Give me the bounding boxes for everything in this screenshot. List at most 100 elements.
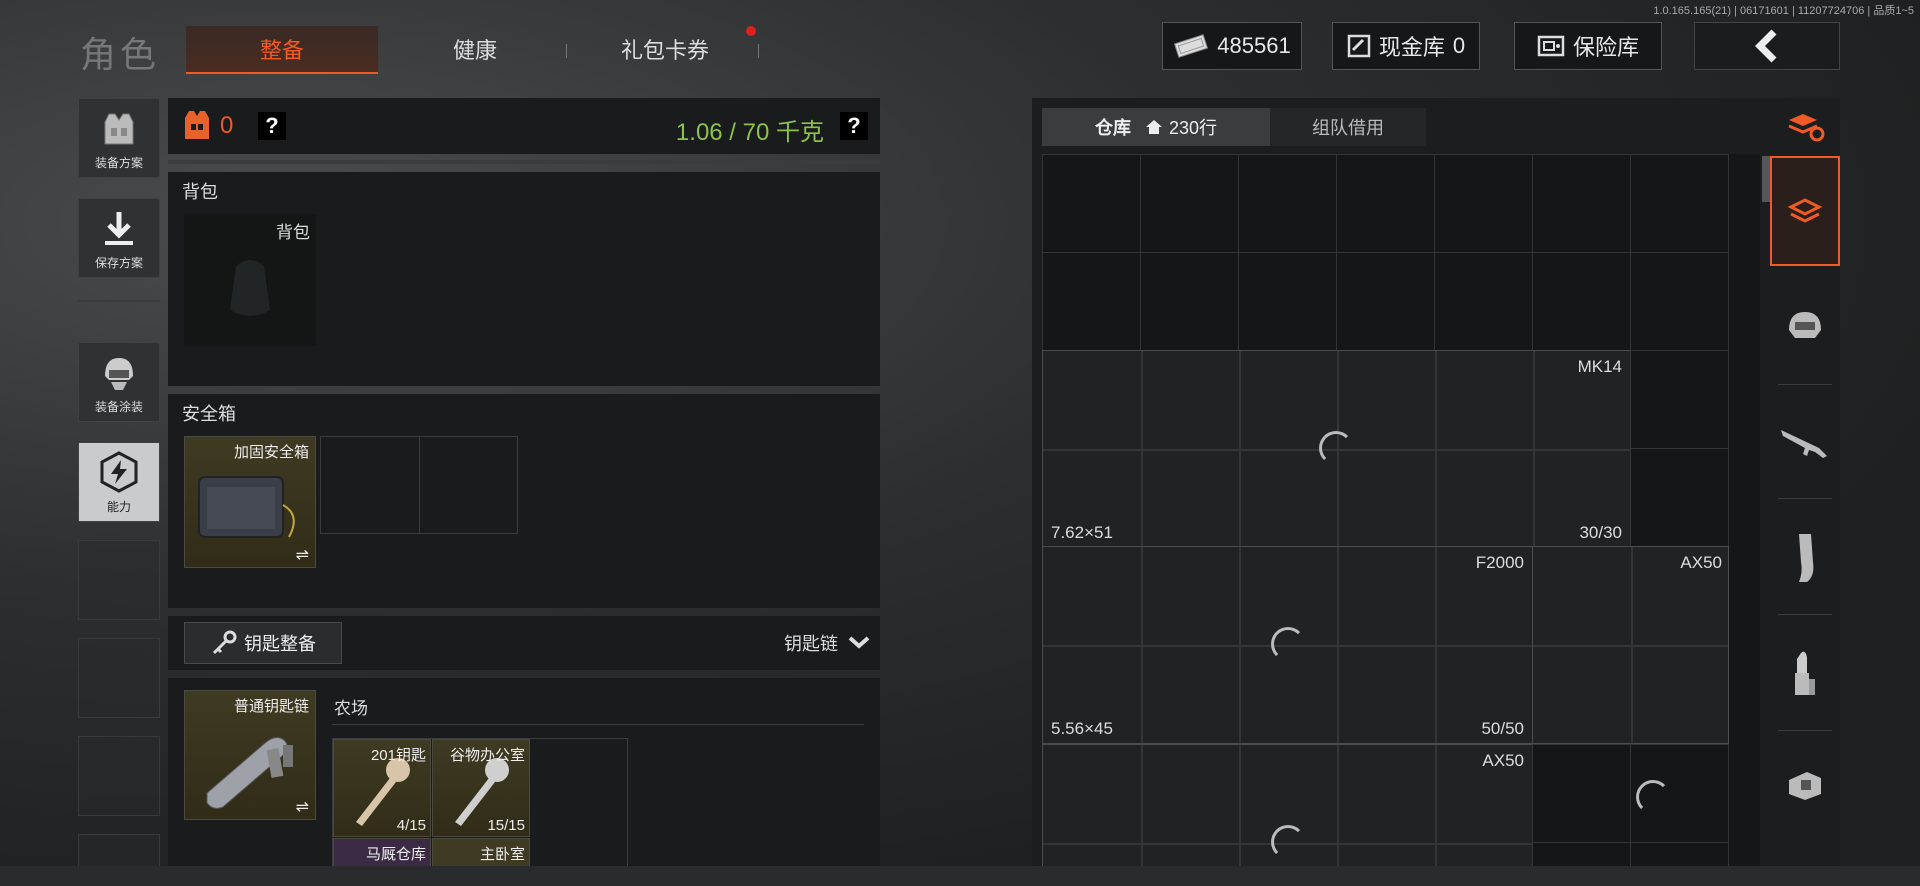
notification-dot [746,26,756,36]
magazine-filter-icon [1799,534,1814,582]
sort-button[interactable] [1770,104,1840,148]
version-info: 1.0.165.165(21) | 06171601 | 11207724706… [1653,5,1914,17]
sidebar-item-skins[interactable]: 装备涂装 [78,342,160,422]
weapon-item-ax50[interactable]: AX50 [1042,744,1533,886]
sidebar-empty-slot [78,540,160,620]
key-count: 4/15 [396,817,426,834]
weapon-item-mk14[interactable]: MK14 7.62×51 30/30 [1042,350,1631,548]
filter-magazines[interactable] [1770,504,1840,612]
bottom-strip [0,866,1920,886]
keychain-section: 普通钥匙链 ⇌ 农场 201钥匙 4/15 谷物办公室 15/15 马厩仓库 主… [168,678,880,886]
weapon-name: AX50 [1680,553,1722,572]
safebox-item-name: 加固安全箱 [233,444,309,461]
keychain-item[interactable]: 普通钥匙链 ⇌ [184,690,316,820]
weight-display: 1.06 / 70 千克 [675,119,824,146]
safebox-grid [320,436,518,534]
key-icon [212,630,237,655]
helmet-filter-icon [1789,312,1821,338]
key-name: 主卧室 [479,846,525,863]
key-loadout-label: 钥匙整备 [244,634,316,654]
safebox-section: 安全箱 加固安全箱 ⇌ [168,394,880,608]
key-name: 谷物办公室 [449,747,525,764]
safebox-item[interactable]: 加固安全箱 ⇌ [184,436,316,568]
weapon-name: MK14 [1577,357,1622,376]
tab-warehouse[interactable]: 仓库 230行 [1042,108,1270,146]
warehouse-grid[interactable]: MK14 7.62×51 30/30 F2000 5.56×45 50/50 A… [1042,154,1818,886]
all-items-icon [1787,198,1823,223]
backpack-slot[interactable]: 背包 [184,214,316,346]
key-gear-bar: 钥匙整备 钥匙链 [168,616,880,670]
vault-icon [1347,34,1371,58]
chevron-down-icon [848,636,870,649]
weapon-caliber: 5.56×45 [1051,719,1113,738]
sidebar-item-label: 能力 [106,500,131,514]
tab-divider [566,44,567,58]
weapon-name: AX50 [1482,751,1524,770]
warehouse-panel: 仓库 230行 组队借用 MK14 7.62×51 30/30 F2000 5.… [1032,98,1840,886]
safe-case-icon [198,476,295,538]
key-item[interactable]: 201钥匙 4/15 [333,739,431,837]
tab-team-borrow[interactable]: 组队借用 [1270,108,1426,146]
help-button[interactable]: ? [258,112,286,140]
key-area-title: 农场 [334,699,368,718]
key-loadout-button[interactable]: 钥匙整备 [184,622,342,664]
money-display: 485561 [1162,22,1302,70]
cash-vault-button[interactable]: 现金库 0 [1332,22,1480,70]
filter-all-items[interactable] [1770,156,1840,266]
filter-rifles[interactable] [1770,390,1840,494]
tab-health[interactable]: 健康 [400,26,550,72]
filter-helmets[interactable] [1770,274,1840,378]
sidebar-item-save-plan[interactable]: 保存方案 [78,198,160,278]
page-title: 角色 [80,34,161,75]
tab-gift-cards[interactable]: 礼包卡券 [590,26,740,72]
key-item[interactable]: 谷物办公室 15/15 [432,739,530,837]
home-icon [1145,120,1162,134]
weapon-ammo: 30/30 [1579,523,1622,542]
keychain-icon [206,737,293,809]
loading-spinner-icon [1319,431,1353,465]
sidebar-item-ability[interactable]: 能力 [78,442,160,522]
scope-filter-icon [1789,772,1821,800]
key-name: 201钥匙 [370,747,426,764]
back-button[interactable] [1694,22,1840,70]
sidebar-item-label: 装备方案 [94,156,143,170]
armor-count: 0 [220,112,234,139]
keychain-dropdown[interactable]: 钥匙链 [784,624,870,662]
filter-ammo[interactable] [1770,620,1840,728]
weapon-name: F2000 [1475,553,1524,572]
ability-icon [100,451,138,493]
armor-icon [185,111,209,139]
backpack-silhouette-icon [230,260,270,316]
toolbar-divider [1778,384,1832,385]
sidebar-item-label: 保存方案 [94,256,143,270]
backpack-slot-label: 背包 [276,223,310,242]
loadout-header: 0 ? 1.06 / 70 千克 ? [168,98,880,154]
header-divider [168,160,880,164]
safe-vault-button[interactable]: 保险库 [1514,22,1662,70]
cash-vault-label: 现金库 [1378,35,1445,60]
weapon-ammo: 50/50 [1481,719,1524,738]
cash-icon [1174,34,1209,58]
sort-icon [1788,114,1825,142]
tab-divider [758,44,759,58]
sidebar-item-loadout-plans[interactable]: 装备方案 [78,98,160,178]
key-name: 马厩仓库 [365,846,426,863]
key-count: 15/15 [487,817,525,834]
tab-warehouse-label: 仓库 [1094,118,1131,138]
weapon-item-ax50[interactable]: AX50 [1532,546,1729,744]
chevron-left-icon [1755,29,1777,63]
weapon-item-f2000[interactable]: F2000 5.56×45 50/50 [1042,546,1533,744]
keychain-dropdown-label: 钥匙链 [784,634,838,654]
weight-help-button[interactable]: ? [840,112,868,140]
rifle-filter-icon [1781,430,1827,458]
tab-loadout[interactable]: 整备 [186,26,378,74]
vest-icon [104,113,134,145]
swap-icon[interactable]: ⇌ [296,545,309,565]
filter-scopes[interactable] [1770,736,1840,836]
sidebar-empty-slot [78,638,160,718]
keychain-item-name: 普通钥匙链 [233,698,309,715]
sidebar-empty-slot [78,736,160,816]
warehouse-rows: 230行 [1168,118,1218,138]
weapon-caliber: 7.62×51 [1051,523,1113,542]
swap-icon[interactable]: ⇌ [296,797,309,817]
